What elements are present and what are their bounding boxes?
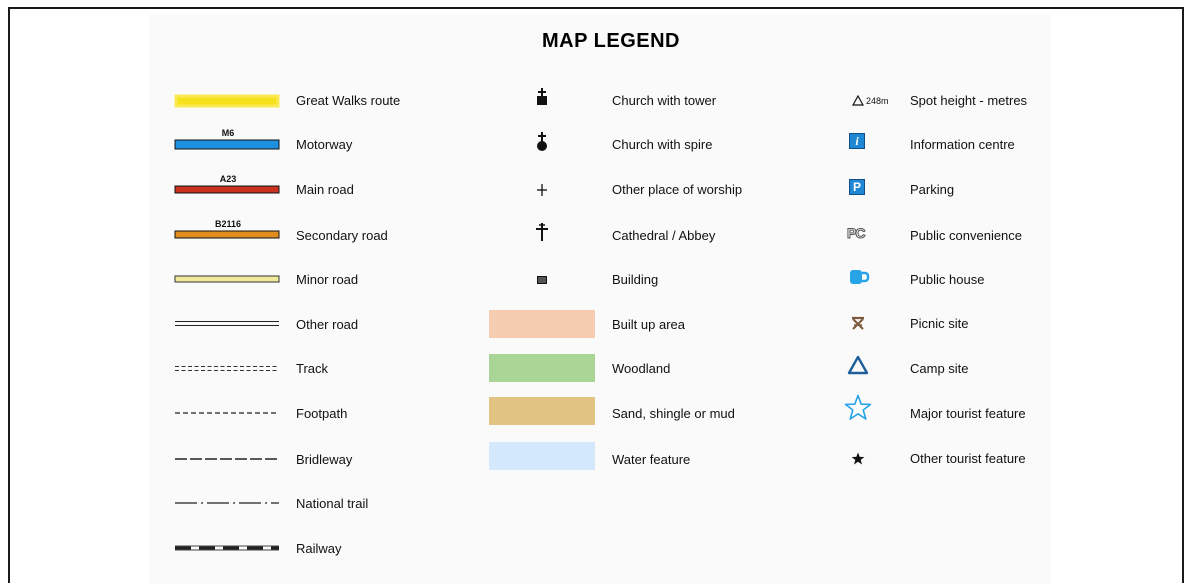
church-tower-icon [537, 88, 547, 105]
sand-swatch [489, 397, 595, 425]
track-label: Track [296, 361, 329, 376]
other-road-label: Other road [296, 317, 359, 332]
footpath-label: Footpath [296, 406, 348, 421]
other-tourist-star-icon [851, 452, 865, 465]
spot-height-sample: 248m [866, 96, 889, 106]
secondary-road-label: Secondary road [296, 228, 388, 243]
information-icon: i [849, 133, 865, 149]
parking-icon: P [849, 179, 865, 195]
parking-label: Parking [910, 182, 955, 197]
national-trail-label: National trail [296, 496, 369, 511]
major-tourist-star-icon [844, 394, 872, 420]
bridleway-symbol [175, 458, 279, 460]
sand-label: Sand, shingle or mud [612, 406, 735, 421]
secondary-road-code: B2116 [214, 219, 242, 229]
information-centre-label: Information centre [910, 137, 1015, 152]
track-symbol [175, 366, 279, 371]
legend-title: MAP LEGEND [542, 30, 680, 52]
picnic-site-label: Picnic site [910, 316, 969, 331]
water-label: Water feature [612, 452, 691, 467]
built-up-area-swatch [489, 310, 595, 338]
major-tourist-label: Major tourist feature [910, 406, 1026, 421]
church-spire-icon [537, 132, 547, 151]
picnic-table-icon [852, 316, 864, 330]
building-icon [537, 276, 547, 284]
railway-symbol [175, 545, 279, 551]
other-worship-label: Other place of worship [612, 182, 743, 197]
great-walks-route-label: Great Walks route [296, 93, 401, 108]
cathedral-label: Cathedral / Abbey [612, 228, 716, 243]
public-house-label: Public house [910, 272, 985, 287]
motorway-symbol [174, 139, 280, 150]
bridleway-label: Bridleway [296, 452, 353, 467]
railway-label: Railway [296, 541, 342, 556]
woodland-label: Woodland [612, 361, 671, 376]
footpath-symbol [175, 412, 279, 414]
woodland-swatch [489, 354, 595, 382]
national-trail-symbol [175, 502, 279, 504]
minor-road-label: Minor road [296, 272, 359, 287]
motorway-label: Motorway [296, 137, 353, 152]
secondary-road-symbol [174, 230, 280, 239]
water-swatch [489, 442, 595, 470]
cathedral-icon [536, 223, 548, 241]
main-road-code: A23 [219, 174, 237, 184]
other-road-symbol [175, 321, 279, 326]
worship-cross-icon [537, 184, 547, 196]
camp-site-label: Camp site [910, 361, 969, 376]
camp-site-tent-icon [847, 355, 869, 375]
motorway-code: M6 [221, 128, 235, 138]
built-up-area-label: Built up area [612, 317, 685, 332]
other-tourist-label: Other tourist feature [910, 451, 1026, 466]
building-label: Building [612, 272, 659, 287]
great-walks-route-symbol [174, 94, 280, 108]
church-spire-label: Church with spire [612, 137, 713, 152]
main-road-symbol [174, 185, 280, 194]
church-tower-label: Church with tower [612, 93, 717, 108]
minor-road-symbol [174, 275, 280, 283]
spot-height-label: Spot height - metres [910, 93, 1028, 108]
public-convenience-label: Public convenience [910, 228, 1023, 243]
main-road-label: Main road [296, 182, 354, 197]
public-house-mug-icon [850, 270, 870, 284]
public-convenience-icon: PC [846, 225, 866, 242]
spot-height-triangle-icon [852, 95, 864, 106]
